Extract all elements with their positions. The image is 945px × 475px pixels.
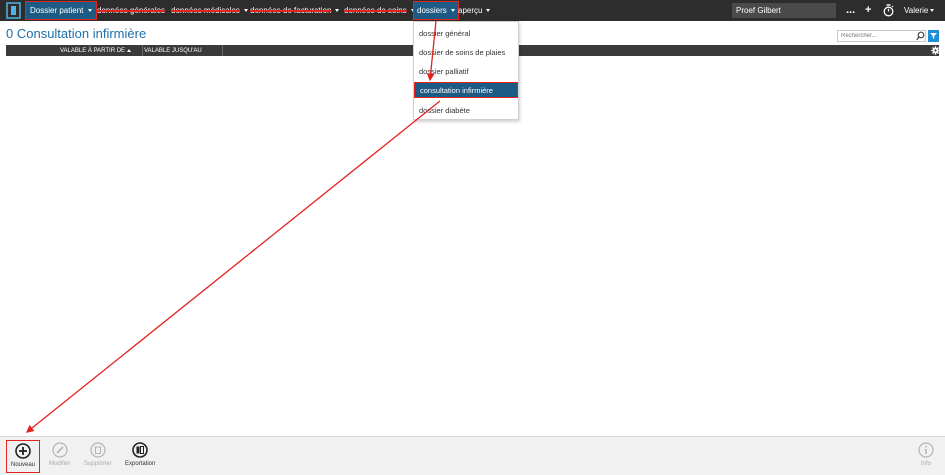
menu-item-dossier-diabete[interactable]: dossier diabète [414,102,518,118]
column-label: VALABLE JUSQU'AU [144,47,202,54]
nav-apercu[interactable]: aperçu [458,3,491,18]
column-divider [222,45,223,56]
trash-icon [90,442,106,458]
nav-donnees-facturation[interactable]: données de facturation [250,3,340,18]
dossiers-dropdown-menu: dossier général dossier de soins de plai… [413,21,519,120]
menu-item-dossier-palliatif[interactable]: dossier palliatif [414,63,518,79]
column-label: VALABLE À PARTIR DE [60,47,126,54]
info-icon [918,442,934,458]
stopwatch-icon[interactable] [883,4,894,17]
info-label: Info [920,461,931,467]
more-icon[interactable]: ... [846,3,855,18]
menu-item-consultation-infirmiere[interactable]: consultation infirmière [414,82,518,98]
search-icon[interactable] [916,31,925,41]
patient-dossier-label: Dossier patient [30,6,84,15]
menu-item-dossier-soins-plaies[interactable]: dossier de soins de plaies [414,44,518,60]
pencil-icon [52,442,68,458]
chevron-down-icon [243,9,248,12]
chevron-down-icon [88,9,93,12]
column-valable-a-partir-de[interactable]: VALABLE À PARTIR DE [60,45,132,56]
delete-button[interactable]: Supprimer [84,440,112,473]
user-menu[interactable]: Valerie [904,3,935,18]
chevron-down-icon [335,9,340,12]
nav-label: données générales [97,6,166,15]
chevron-down-icon [450,9,455,12]
delete-label: Supprimer [84,461,112,467]
app-logo-icon[interactable] [6,2,21,19]
filter-icon [930,33,937,39]
gear-icon[interactable] [931,46,940,55]
patient-search-input[interactable] [732,3,836,18]
plus-circle-icon [15,443,31,459]
nav-label: données médicales [171,6,240,15]
edit-label: Modifier [49,461,71,467]
nav-label: données de facturation [250,6,332,15]
info-button[interactable]: Info [918,440,934,473]
new-label: Nouveau [11,462,36,468]
page-title: 0 Consultation infirmière [6,26,147,41]
nav-label: aperçu [458,6,483,15]
sort-ascending-icon [127,49,132,52]
export-button[interactable]: Exportation [125,440,155,473]
export-label: Exportation [125,461,156,467]
filter-button[interactable] [928,30,939,42]
annotation-arrow-new [25,100,441,433]
add-icon[interactable]: + [865,3,871,18]
top-navigation-bar: Dossier patient données générales donnée… [0,0,945,21]
nav-label: données de soins [344,6,407,15]
edit-button[interactable]: Modifier [49,440,70,473]
nav-donnees-medicales[interactable]: données médicales [171,3,248,18]
chevron-down-icon [930,9,935,12]
export-icon [132,442,148,458]
nav-donnees-soins[interactable]: données de soins [344,3,415,18]
user-name: Valerie [904,6,929,15]
chevron-down-icon [486,9,491,12]
nav-dossiers[interactable]: dossiers [413,1,459,20]
nav-donnees-generales[interactable]: données générales [97,3,165,18]
search-input[interactable] [837,30,926,42]
patient-dossier-button[interactable]: Dossier patient [25,1,98,20]
bottom-toolbar: Nouveau Modifier Supprimer Exportation I… [0,436,945,475]
menu-item-dossier-general[interactable]: dossier général [414,25,518,41]
nav-label: dossiers [417,6,447,15]
column-valable-jusquau[interactable]: VALABLE JUSQU'AU [144,45,202,56]
new-button[interactable]: Nouveau [6,440,41,473]
column-divider [142,45,143,56]
